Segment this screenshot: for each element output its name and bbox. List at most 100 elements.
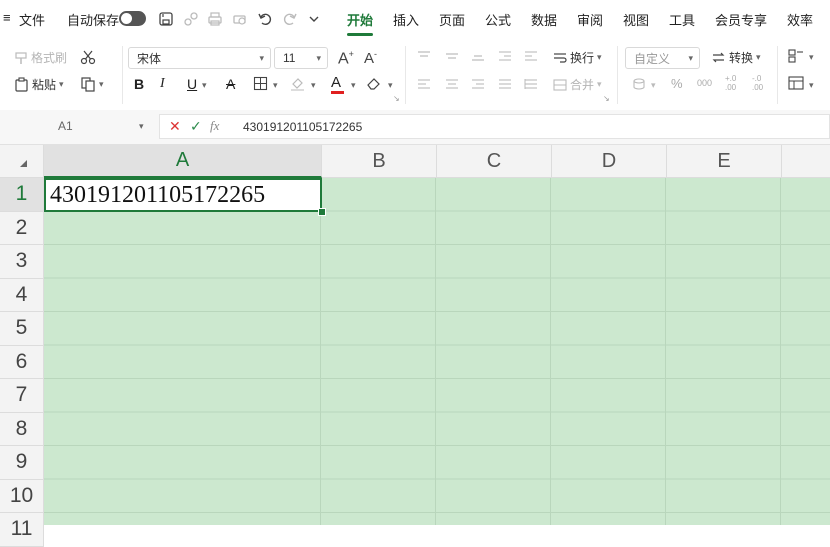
- column-header-f[interactable]: [782, 145, 830, 178]
- column-header-a[interactable]: A: [44, 145, 322, 178]
- menu-icon[interactable]: ≡: [3, 10, 11, 25]
- eraser-icon[interactable]: [366, 76, 382, 91]
- decrease-font-icon[interactable]: A-: [364, 49, 377, 67]
- column-header-b[interactable]: B: [322, 145, 437, 178]
- column-header-d[interactable]: D: [552, 145, 667, 178]
- cell-a1[interactable]: 430191201105172265: [44, 178, 322, 212]
- number-format-value: 自定义: [634, 51, 671, 66]
- row-header-7[interactable]: 7: [0, 379, 44, 413]
- row-header-3[interactable]: 3: [0, 245, 44, 279]
- percent-button[interactable]: %: [671, 76, 683, 91]
- tab-home[interactable]: 开始: [347, 10, 373, 29]
- row-header-2[interactable]: 2: [0, 211, 44, 245]
- number-format-select[interactable]: 自定义 ▾: [625, 47, 700, 69]
- row-header-4[interactable]: 4: [0, 278, 44, 312]
- row-header-1[interactable]: 1: [0, 178, 44, 212]
- ribbon-toolbar: 格式刷 粘贴 ▾ ▾ 宋体 ▾ 11 ▾ A+ A- B I U ▾ A ▾ ▾ …: [0, 38, 830, 111]
- cell-area[interactable]: [44, 178, 830, 525]
- font-size-select[interactable]: 11 ▾: [274, 47, 328, 69]
- column-header-c[interactable]: C: [437, 145, 552, 178]
- row-header-11[interactable]: 11: [0, 513, 44, 547]
- cancel-icon[interactable]: ✕: [169, 118, 181, 135]
- wrap-icon: [553, 52, 567, 64]
- copy-button[interactable]: ▾: [80, 76, 104, 92]
- align-left-icon[interactable]: [417, 78, 431, 90]
- tab-insert[interactable]: 插入: [393, 10, 419, 29]
- tab-formula[interactable]: 公式: [485, 10, 511, 29]
- redo-icon[interactable]: [280, 9, 300, 29]
- print-icon[interactable]: [205, 9, 225, 29]
- convert-button[interactable]: 转换 ▾: [711, 49, 761, 66]
- column-header-e[interactable]: E: [667, 145, 782, 178]
- merge-icon: [553, 78, 567, 91]
- chevron-down-icon[interactable]: [304, 9, 324, 29]
- name-box-value: A1: [58, 119, 73, 133]
- strikethrough-button[interactable]: A: [226, 76, 235, 92]
- clipboard-icon: [14, 77, 29, 92]
- fill-color-icon[interactable]: [290, 76, 305, 91]
- spreadsheet-grid: A B C D E 1 2 3 4 5 6 7 8 9 10 11 430191…: [0, 145, 830, 547]
- font-name-value: 宋体: [137, 51, 162, 66]
- tab-tools[interactable]: 工具: [669, 10, 695, 29]
- paste-button[interactable]: 粘贴 ▾: [14, 76, 64, 93]
- undo-icon[interactable]: [255, 9, 275, 29]
- thousands-button[interactable]: 000: [697, 78, 712, 88]
- print-preview-icon[interactable]: [230, 9, 250, 29]
- conditional-format-icon[interactable]: [788, 49, 804, 63]
- align-center-icon[interactable]: [445, 78, 459, 90]
- bold-button[interactable]: B: [134, 76, 144, 92]
- font-group-expand-icon[interactable]: ↘: [393, 94, 400, 103]
- underline-button[interactable]: U: [187, 76, 197, 92]
- save-icon[interactable]: [156, 9, 176, 29]
- align-top-icon[interactable]: [417, 50, 431, 62]
- tab-member[interactable]: 会员专享: [715, 10, 767, 29]
- paste-label: 粘贴: [32, 78, 57, 92]
- wrap-text-button[interactable]: 换行 ▾: [553, 49, 602, 66]
- tab-page[interactable]: 页面: [439, 10, 465, 29]
- tab-efficiency[interactable]: 效率: [787, 10, 813, 29]
- tab-review[interactable]: 审阅: [577, 10, 603, 29]
- file-menu[interactable]: 文件: [19, 10, 45, 29]
- row-header-8[interactable]: 8: [0, 412, 44, 446]
- tab-data[interactable]: 数据: [531, 10, 557, 29]
- autosave-toggle[interactable]: [119, 11, 146, 26]
- table-style-icon[interactable]: [788, 76, 804, 90]
- share-icon[interactable]: [181, 9, 201, 29]
- tab-view[interactable]: 视图: [623, 10, 649, 29]
- menu-bar: ≡ 文件 自动保存 开始 插入 页面 公式 数据 审阅 视图 工具 会员专享 效…: [0, 0, 830, 38]
- font-color-button[interactable]: A: [331, 74, 344, 94]
- formula-input-area[interactable]: ✕ ✓ fx 430191201105172265: [159, 114, 830, 139]
- scissors-icon[interactable]: [80, 49, 96, 65]
- increase-decimal-button[interactable]: +.0 .00: [725, 74, 736, 92]
- decrease-decimal-button[interactable]: -.0 .00: [752, 74, 763, 92]
- row-header-10[interactable]: 10: [0, 479, 44, 513]
- row-header-9[interactable]: 9: [0, 446, 44, 480]
- align-bottom-icon[interactable]: [471, 50, 485, 62]
- align-right-icon[interactable]: [471, 78, 485, 90]
- formula-content[interactable]: 430191201105172265: [243, 120, 362, 134]
- italic-button[interactable]: I: [160, 76, 165, 92]
- increase-font-icon[interactable]: A+: [338, 49, 354, 68]
- function-icon[interactable]: fx: [210, 118, 219, 134]
- ribbon-divider: [777, 46, 778, 104]
- select-all-corner[interactable]: [0, 145, 44, 178]
- format-painter-button[interactable]: 格式刷: [14, 49, 67, 66]
- currency-icon[interactable]: [632, 77, 646, 91]
- fill-handle[interactable]: [318, 208, 326, 216]
- border-icon[interactable]: [253, 76, 268, 91]
- distributed-icon[interactable]: [524, 78, 538, 90]
- align-middle-icon[interactable]: [445, 50, 459, 62]
- font-name-select[interactable]: 宋体 ▾: [128, 47, 271, 69]
- convert-icon: [711, 51, 726, 64]
- indent-increase-icon[interactable]: [524, 50, 538, 62]
- name-box[interactable]: A1 ▾: [0, 114, 148, 139]
- indent-decrease-icon[interactable]: [498, 50, 512, 62]
- justify-icon[interactable]: [498, 78, 512, 90]
- merge-button[interactable]: 合并 ▾: [553, 76, 602, 93]
- alignment-group-expand-icon[interactable]: ↘: [603, 94, 610, 103]
- format-painter-label: 格式刷: [31, 51, 68, 65]
- row-header-5[interactable]: 5: [0, 312, 44, 346]
- confirm-icon[interactable]: ✓: [190, 118, 202, 135]
- font-color-letter: A: [331, 74, 342, 91]
- row-header-6[interactable]: 6: [0, 345, 44, 379]
